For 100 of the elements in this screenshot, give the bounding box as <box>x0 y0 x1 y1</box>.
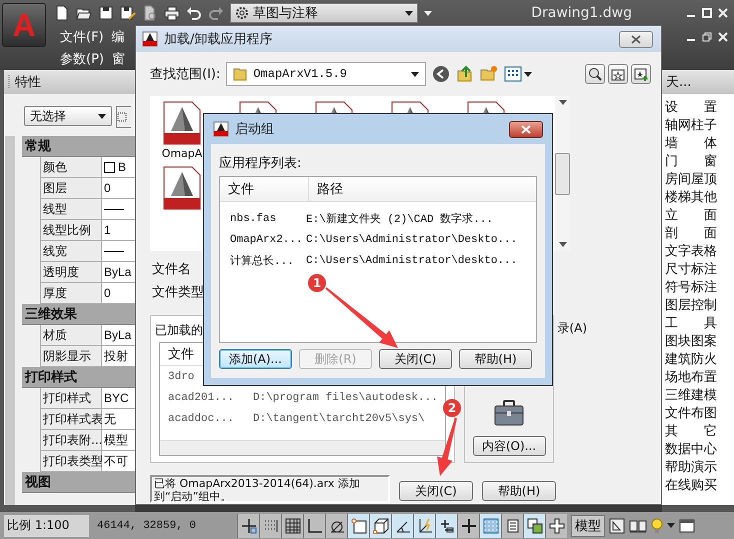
search-web-button[interactable] <box>585 64 605 84</box>
save-icon[interactable] <box>98 5 114 21</box>
scrollbar[interactable] <box>555 96 570 251</box>
palette-item[interactable]: 墙体 <box>665 135 717 153</box>
back-icon[interactable] <box>432 65 450 83</box>
menu-item[interactable]: 文件(F) <box>60 28 104 46</box>
property-name: 线宽 <box>40 241 102 262</box>
status-message: 已将 OmapArx2013-2014(64).arx 添加到“启动”组中。 <box>150 475 390 503</box>
scrollbar[interactable] <box>5 136 15 505</box>
palette-item[interactable]: 尺寸标注 <box>665 261 717 279</box>
menu-item[interactable]: 编 <box>112 28 125 46</box>
column-header[interactable]: 文件 <box>228 180 254 198</box>
palette-item[interactable]: 数据中心 <box>665 441 717 459</box>
status-toggle[interactable] <box>325 514 347 538</box>
views-icon[interactable] <box>504 66 522 82</box>
printer-icon[interactable] <box>164 5 180 21</box>
palette-item[interactable]: 场地布置 <box>665 369 717 387</box>
redo-icon[interactable] <box>208 5 224 21</box>
layout-icon[interactable] <box>609 518 625 534</box>
new-folder-icon[interactable] <box>480 65 498 83</box>
model-button[interactable]: 模型 <box>571 514 605 536</box>
list-icon <box>504 518 520 534</box>
menu-item[interactable]: 窗 <box>112 50 125 68</box>
section-header[interactable]: 打印样式 <box>22 367 135 388</box>
section-header[interactable]: 三维效果 <box>22 304 135 325</box>
folder-icon <box>233 67 248 81</box>
palette-item[interactable]: 房间屋顶 <box>665 171 717 189</box>
group-tab[interactable]: 已加载的 <box>155 322 203 342</box>
status-toggle[interactable] <box>281 514 303 538</box>
palette-item[interactable]: 在线购买 <box>665 477 717 495</box>
book-icon[interactable] <box>629 518 647 534</box>
palette-item[interactable]: 工具 <box>665 315 717 333</box>
up-folder-icon[interactable] <box>456 65 474 83</box>
close-button[interactable] <box>619 30 653 48</box>
palette-item[interactable]: 立面 <box>665 207 717 225</box>
palette-item[interactable]: 轴网柱子 <box>665 117 717 135</box>
property-name: 透明度 <box>40 262 102 283</box>
horizontal-scrollbar[interactable] <box>160 440 445 455</box>
palette-item[interactable]: 文件布图 <box>665 405 717 423</box>
property-value: 0 <box>104 181 111 195</box>
column-header[interactable]: 路径 <box>317 180 343 198</box>
scale-readout[interactable]: 比例 1:100 <box>4 514 89 536</box>
lightbulb-icon[interactable] <box>651 518 663 534</box>
property-name: 打印表附... <box>40 430 102 451</box>
palette-item[interactable]: 门窗 <box>665 153 717 171</box>
workspace-dropdown[interactable]: 草图与注释 <box>230 3 418 23</box>
palette-item[interactable]: 楼梯其他 <box>665 189 717 207</box>
property-name: 材质 <box>40 325 102 346</box>
new-file-icon[interactable] <box>54 5 70 21</box>
window-icon[interactable] <box>679 518 695 532</box>
palette-item[interactable]: 图块图案 <box>665 333 717 351</box>
status-toggle[interactable] <box>413 514 435 538</box>
status-toggle[interactable] <box>435 514 457 538</box>
contents-button[interactable]: 内容(O)... <box>472 436 546 456</box>
palette-item[interactable]: 建筑防火 <box>665 351 717 369</box>
section-header[interactable]: 视图 <box>22 472 135 493</box>
property-name: 打印样式 <box>40 388 102 409</box>
status-toggle[interactable] <box>259 514 281 538</box>
plus-minus-icon <box>438 518 454 534</box>
palette-item[interactable]: 剖面 <box>665 225 717 243</box>
favorites-button[interactable] <box>608 64 628 84</box>
close-icon[interactable] <box>718 8 728 18</box>
menu-item[interactable]: 参数(P) <box>60 50 104 68</box>
dialog-button[interactable]: 关闭(C) <box>379 349 452 369</box>
page-preview-icon[interactable] <box>142 5 158 21</box>
add-favorite-button[interactable] <box>631 64 651 84</box>
status-toggle[interactable] <box>391 514 413 538</box>
status-toggle[interactable] <box>501 514 523 538</box>
palette-item[interactable]: 文字表格 <box>665 243 717 261</box>
status-toggle[interactable] <box>545 514 567 538</box>
status-toggle[interactable] <box>523 514 545 538</box>
save-as-icon[interactable] <box>120 5 136 21</box>
selection-dropdown[interactable]: 无选择 <box>24 106 112 126</box>
status-toggle[interactable] <box>369 514 391 538</box>
annotation-arrow <box>437 418 457 476</box>
dialog-button[interactable]: 关闭(C) <box>399 481 473 501</box>
dialog-button[interactable]: 帮助(H) <box>459 349 532 369</box>
dialog-button[interactable]: 帮助(H) <box>482 481 556 501</box>
restore-icon[interactable] <box>702 32 712 42</box>
palette-item[interactable]: 图层控制 <box>665 297 717 315</box>
maximize-icon[interactable] <box>702 8 712 18</box>
undo-icon[interactable] <box>186 5 202 21</box>
close-icon[interactable] <box>718 32 728 42</box>
palette-item[interactable]: 其它 <box>665 423 717 441</box>
dialog-button[interactable]: 添加(A)... <box>219 349 292 369</box>
column-header[interactable]: 文件 <box>168 345 194 363</box>
status-toggle[interactable] <box>347 514 369 538</box>
palette-item[interactable]: 符号标注 <box>665 279 717 297</box>
status-toggle[interactable] <box>237 514 259 538</box>
palette-item[interactable]: 帮助演示 <box>665 459 717 477</box>
close-button[interactable] <box>509 120 543 138</box>
status-toggle[interactable] <box>479 514 501 538</box>
caret-icon <box>424 10 432 16</box>
look-in-dropdown[interactable]: OmapArxV1.5.9 <box>226 62 426 86</box>
palette-item[interactable]: 三维建模 <box>665 387 717 405</box>
palette-item[interactable]: 设置 <box>665 99 717 117</box>
quick-select-button[interactable] <box>116 106 131 128</box>
status-toggle[interactable] <box>457 514 479 538</box>
status-toggle[interactable] <box>303 514 325 538</box>
section-header[interactable]: 常规 <box>22 136 135 157</box>
